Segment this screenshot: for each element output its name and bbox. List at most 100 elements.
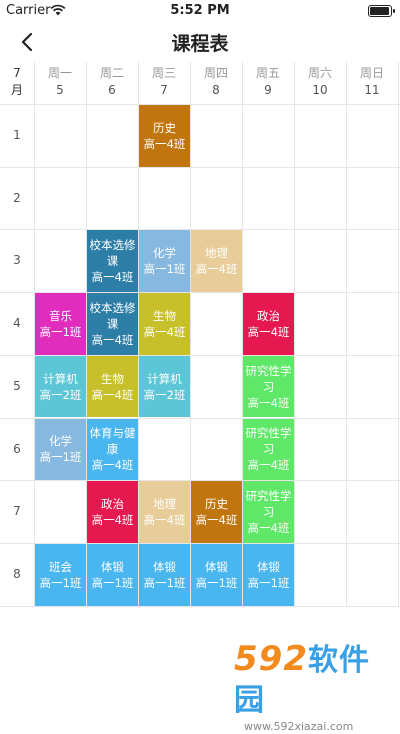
course-block[interactable]: 校本选修课高一4班 xyxy=(87,293,138,355)
course-block[interactable]: 计算机 高一2班 xyxy=(35,355,86,418)
timetable-grid: 7 月 周一 5 周二 6 周三 7 周四 8 周五 9 周六 10 周日 11 1 2 3 4 5 6 7 8 历史 高一4… xyxy=(0,62,400,607)
course-block[interactable]: 政治 高一4班 xyxy=(243,293,294,355)
grid-row-line xyxy=(0,605,400,607)
grid-row-line xyxy=(0,166,400,168)
course-block[interactable]: 音乐 高一1班 xyxy=(35,293,86,355)
course-text: 课 xyxy=(106,316,119,331)
day-date: 8 xyxy=(212,83,220,97)
course-text: 高一4班 xyxy=(247,458,290,473)
course-text: 计算机 xyxy=(147,371,182,386)
course-block[interactable]: 地理 高一4班 xyxy=(191,230,242,293)
course-text: 地理 xyxy=(153,497,176,512)
course-text: 高一2班 xyxy=(39,387,82,402)
course-block[interactable]: 生物 高一4班 xyxy=(87,355,138,418)
period-label: 3 xyxy=(13,253,21,268)
course-block[interactable]: 班会 高一1班 xyxy=(35,543,86,606)
day-header: 周六 10 xyxy=(294,62,346,102)
watermark-number: 592 xyxy=(234,639,308,679)
day-date: 7 xyxy=(160,83,168,97)
day-date: 6 xyxy=(108,83,116,97)
day-name: 周二 xyxy=(99,66,124,80)
course-text: 习 xyxy=(262,442,275,457)
grid-col-line xyxy=(346,62,347,607)
course-block[interactable]: 政治 高一4班 xyxy=(87,481,138,543)
course-text: 音乐 xyxy=(49,308,72,323)
day-header: 周二 6 xyxy=(86,62,138,102)
course-text: 高一4班 xyxy=(143,513,186,528)
course-text: 历史 xyxy=(153,120,176,135)
day-date: 10 xyxy=(312,83,328,97)
course-text: 体锻 xyxy=(153,559,176,574)
course-text: 高一1班 xyxy=(39,450,82,465)
day-name: 周一 xyxy=(47,66,72,80)
course-text: 生物 xyxy=(101,371,124,386)
course-block[interactable]: 体育与健康高一4班 xyxy=(87,418,138,481)
day-header: 周一 5 xyxy=(34,62,86,102)
course-block[interactable]: 体锻 高一1班 xyxy=(139,543,190,606)
day-name: 周日 xyxy=(359,66,384,80)
course-text: 高一4班 xyxy=(247,395,290,410)
course-block[interactable]: 体锻 高一1班 xyxy=(243,543,294,606)
period-label: 2 xyxy=(13,190,21,205)
watermark-url: www.592xiazai.com xyxy=(244,720,354,733)
course-block[interactable]: 研究性学习高一4班 xyxy=(243,418,294,481)
nav-bar: 课程表 xyxy=(0,22,400,62)
course-text: 高一4班 xyxy=(247,324,290,339)
period-label: 5 xyxy=(13,378,21,393)
course-text: 校本选修 xyxy=(89,238,136,253)
course-text: 体锻 xyxy=(257,559,280,574)
course-text: 研究性学 xyxy=(245,489,292,504)
course-block[interactable]: 研究性学习高一4班 xyxy=(243,355,294,418)
day-name: 周六 xyxy=(307,66,332,80)
course-text: 康 xyxy=(106,442,119,457)
day-date: 9 xyxy=(264,83,272,97)
course-text: 高一4班 xyxy=(91,458,134,473)
course-text: 高一1班 xyxy=(91,575,134,590)
course-block[interactable]: 体锻 高一1班 xyxy=(191,543,242,606)
period-label: 4 xyxy=(13,316,21,331)
status-bar: Carrier 5:52 PM xyxy=(0,0,400,22)
course-text: 高一2班 xyxy=(143,387,186,402)
period-label: 6 xyxy=(13,441,21,456)
course-text: 化学 xyxy=(153,246,176,261)
course-text: 高一1班 xyxy=(143,575,186,590)
day-date: 5 xyxy=(56,83,64,97)
course-text: 高一4班 xyxy=(91,387,134,402)
day-name: 周三 xyxy=(151,66,176,80)
course-text: 高一1班 xyxy=(143,262,186,277)
course-block[interactable]: 历史 高一4班 xyxy=(139,105,190,167)
course-text: 高一4班 xyxy=(247,521,290,536)
course-text: 校本选修 xyxy=(89,300,136,315)
course-block[interactable]: 历史 高一4班 xyxy=(191,481,242,543)
course-text: 班会 xyxy=(49,559,72,574)
course-block[interactable]: 研究性学习高一4班 xyxy=(243,481,294,543)
course-text: 研究性学 xyxy=(245,426,292,441)
course-text: 高一4班 xyxy=(143,136,186,151)
course-text: 体育与健 xyxy=(89,426,136,441)
grid-row-line xyxy=(0,104,400,105)
course-text: 高一4班 xyxy=(195,262,238,277)
day-name: 周五 xyxy=(255,66,280,80)
course-text: 生物 xyxy=(153,308,176,323)
day-header: 周五 9 xyxy=(242,62,294,102)
course-text: 高一4班 xyxy=(91,332,134,347)
course-block[interactable]: 计算机 高一2班 xyxy=(139,355,190,418)
course-block[interactable]: 校本选修课高一4班 xyxy=(87,230,138,293)
course-block[interactable]: 体锻 高一1班 xyxy=(87,543,138,606)
course-text: 高一4班 xyxy=(91,513,134,528)
course-text: 高一1班 xyxy=(39,575,82,590)
course-text: 高一1班 xyxy=(195,575,238,590)
course-block[interactable]: 化学 高一1班 xyxy=(35,418,86,481)
course-block[interactable]: 生物 高一4班 xyxy=(139,293,190,355)
grid-col-line xyxy=(294,62,295,607)
grid-col-line xyxy=(398,62,399,607)
course-text: 地理 xyxy=(205,246,228,261)
course-block[interactable]: 地理 高一4班 xyxy=(139,481,190,543)
period-label: 8 xyxy=(13,566,21,581)
day-header: 周日 11 xyxy=(346,62,398,102)
course-block[interactable]: 化学 高一1班 xyxy=(139,230,190,293)
course-text: 化学 xyxy=(49,434,72,449)
course-text: 习 xyxy=(262,505,275,520)
course-text: 计算机 xyxy=(43,371,78,386)
day-header: 周四 8 xyxy=(190,62,242,102)
